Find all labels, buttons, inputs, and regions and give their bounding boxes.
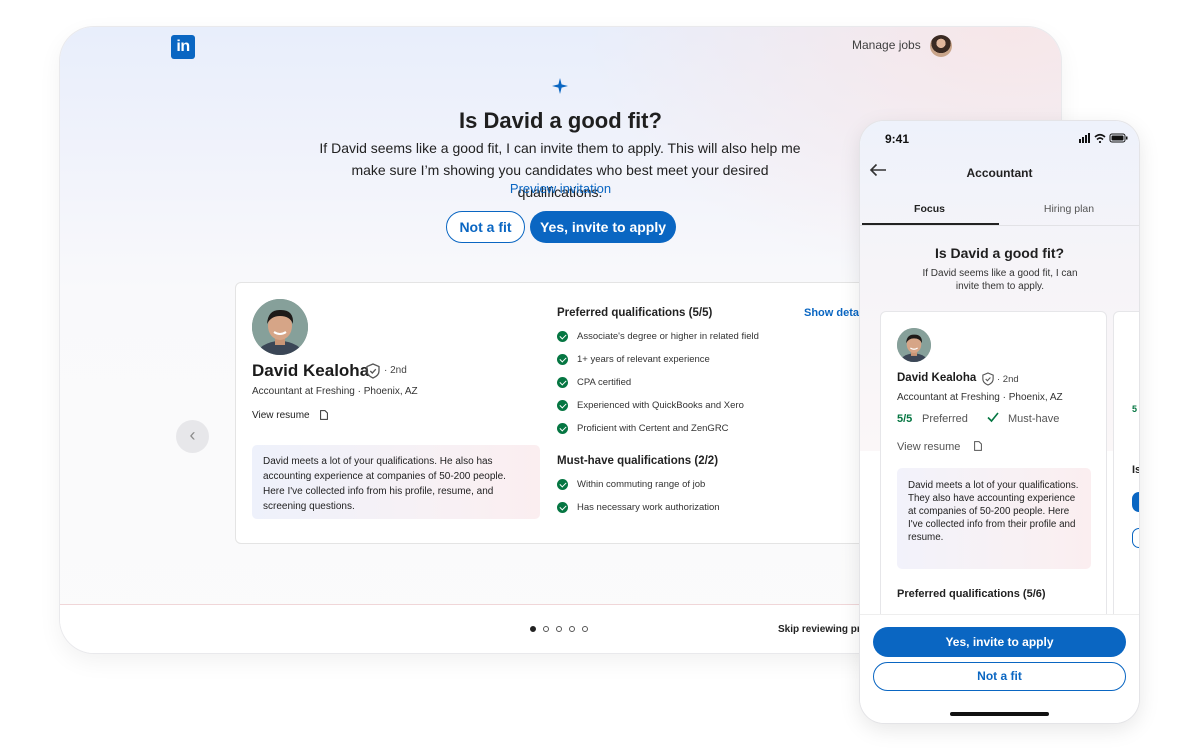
candidate-role: Accountant at Freshing · Phoenix, AZ — [252, 386, 418, 397]
not-a-fit-button[interactable]: Not a fit — [446, 211, 525, 243]
view-resume-link[interactable]: View resume — [252, 410, 310, 421]
preferred-label: Preferred — [922, 413, 968, 425]
connection-degree: · 2nd — [384, 365, 407, 376]
candidate-name: David Kealoha — [252, 361, 370, 380]
peek-primary-button — [1132, 492, 1139, 512]
tab-hiring-plan[interactable]: Hiring plan — [999, 203, 1139, 215]
preferred-score: 5/5 — [897, 413, 913, 425]
peek-secondary-button — [1132, 528, 1139, 548]
checkmark-icon — [557, 377, 568, 388]
page-description: If David seems like a good fit, I can in… — [922, 268, 1078, 292]
tab-divider — [860, 225, 1139, 226]
pagination-dot[interactable] — [556, 626, 562, 632]
sparkle-icon — [552, 78, 568, 94]
next-candidate-card[interactable]: 5 Is — [1113, 311, 1139, 641]
candidate-card: David Kealoha · 2nd Accountant at Freshi… — [235, 282, 915, 544]
preferred-qualifications-heading: Preferred qualifications (5/6) — [897, 588, 1046, 600]
checkmark-icon — [557, 502, 568, 513]
candidate-photo — [897, 328, 931, 362]
not-a-fit-button[interactable]: Not a fit — [873, 662, 1126, 691]
candidate-photo — [252, 299, 308, 355]
skip-reviewing-link[interactable]: Skip reviewing pro — [778, 624, 867, 635]
verified-shield-icon — [982, 372, 994, 386]
list-item: Has necessary work authorization — [557, 502, 720, 525]
document-icon — [320, 410, 328, 420]
peek-heading: Is — [1132, 464, 1139, 476]
checkmark-icon — [557, 400, 568, 411]
must-have-qualifications-list: Within commuting range of job Has necess… — [557, 479, 720, 525]
pagination-dot[interactable] — [543, 626, 549, 632]
list-item: Experienced with QuickBooks and Xero — [557, 400, 759, 423]
candidate-name: David Kealoha — [897, 372, 977, 384]
must-have-qualifications-heading: Must-have qualifications (2/2) — [557, 455, 719, 467]
connection-degree: · 2nd — [997, 374, 1019, 385]
tab-focus[interactable]: Focus — [860, 203, 999, 215]
linkedin-logo[interactable]: in — [171, 35, 195, 59]
must-have-label: Must-have — [1008, 413, 1060, 425]
candidate-card: David Kealoha · 2nd Accountant at Freshi… — [880, 311, 1107, 641]
page-title: Is David a good fit? — [934, 245, 1065, 261]
checkmark-icon — [557, 423, 568, 434]
pagination-dot[interactable] — [582, 626, 588, 632]
home-indicator — [950, 712, 1049, 716]
avatar[interactable] — [930, 35, 952, 57]
invite-to-apply-button[interactable]: Yes, invite to apply — [873, 627, 1126, 657]
document-icon — [974, 441, 982, 451]
pagination-dot[interactable] — [569, 626, 575, 632]
checkmark-icon — [557, 479, 568, 490]
verified-shield-icon — [366, 363, 380, 379]
list-item: Associate's degree or higher in related … — [557, 331, 759, 354]
peek-score: 5 — [1132, 404, 1138, 414]
pagination-dots[interactable] — [530, 626, 588, 632]
checkmark-icon — [987, 412, 999, 423]
list-item: Within commuting range of job — [557, 479, 720, 502]
phone-action-bar: Yes, invite to apply Not a fit — [860, 614, 1139, 723]
job-title: Accountant — [966, 166, 1033, 180]
manage-jobs-link[interactable]: Manage jobs — [852, 38, 921, 52]
view-resume-link[interactable]: View resume — [897, 441, 960, 453]
preferred-qualifications-heading: Preferred qualifications (5/5) — [557, 307, 713, 319]
preferred-qualifications-list: Associate's degree or higher in related … — [557, 331, 759, 446]
candidate-summary: David meets a lot of your qualifications… — [252, 445, 540, 519]
phone-screen: 9:41 Accountant Focus Hiring plan Is Dav… — [860, 121, 1139, 723]
list-item: 1+ years of relevant experience — [557, 354, 759, 377]
candidate-summary: David meets a lot of your qualifications… — [897, 468, 1091, 569]
stage: in Manage jobs Is David a good fit? If D… — [0, 0, 1200, 750]
candidate-role: Accountant at Freshing · Phoenix, AZ — [897, 392, 1063, 403]
checkmark-icon — [557, 331, 568, 342]
list-item: CPA certified — [557, 377, 759, 400]
status-time: 9:41 — [885, 132, 910, 146]
checkmark-icon — [557, 354, 568, 365]
status-icons — [1079, 133, 1128, 143]
chevron-left-icon[interactable]: ‹ — [176, 420, 209, 453]
invite-to-apply-button[interactable]: Yes, invite to apply — [530, 211, 676, 243]
list-item: Proficient with Certent and ZenGRC — [557, 423, 759, 446]
pagination-dot[interactable] — [530, 626, 536, 632]
active-tab-indicator — [862, 223, 999, 225]
